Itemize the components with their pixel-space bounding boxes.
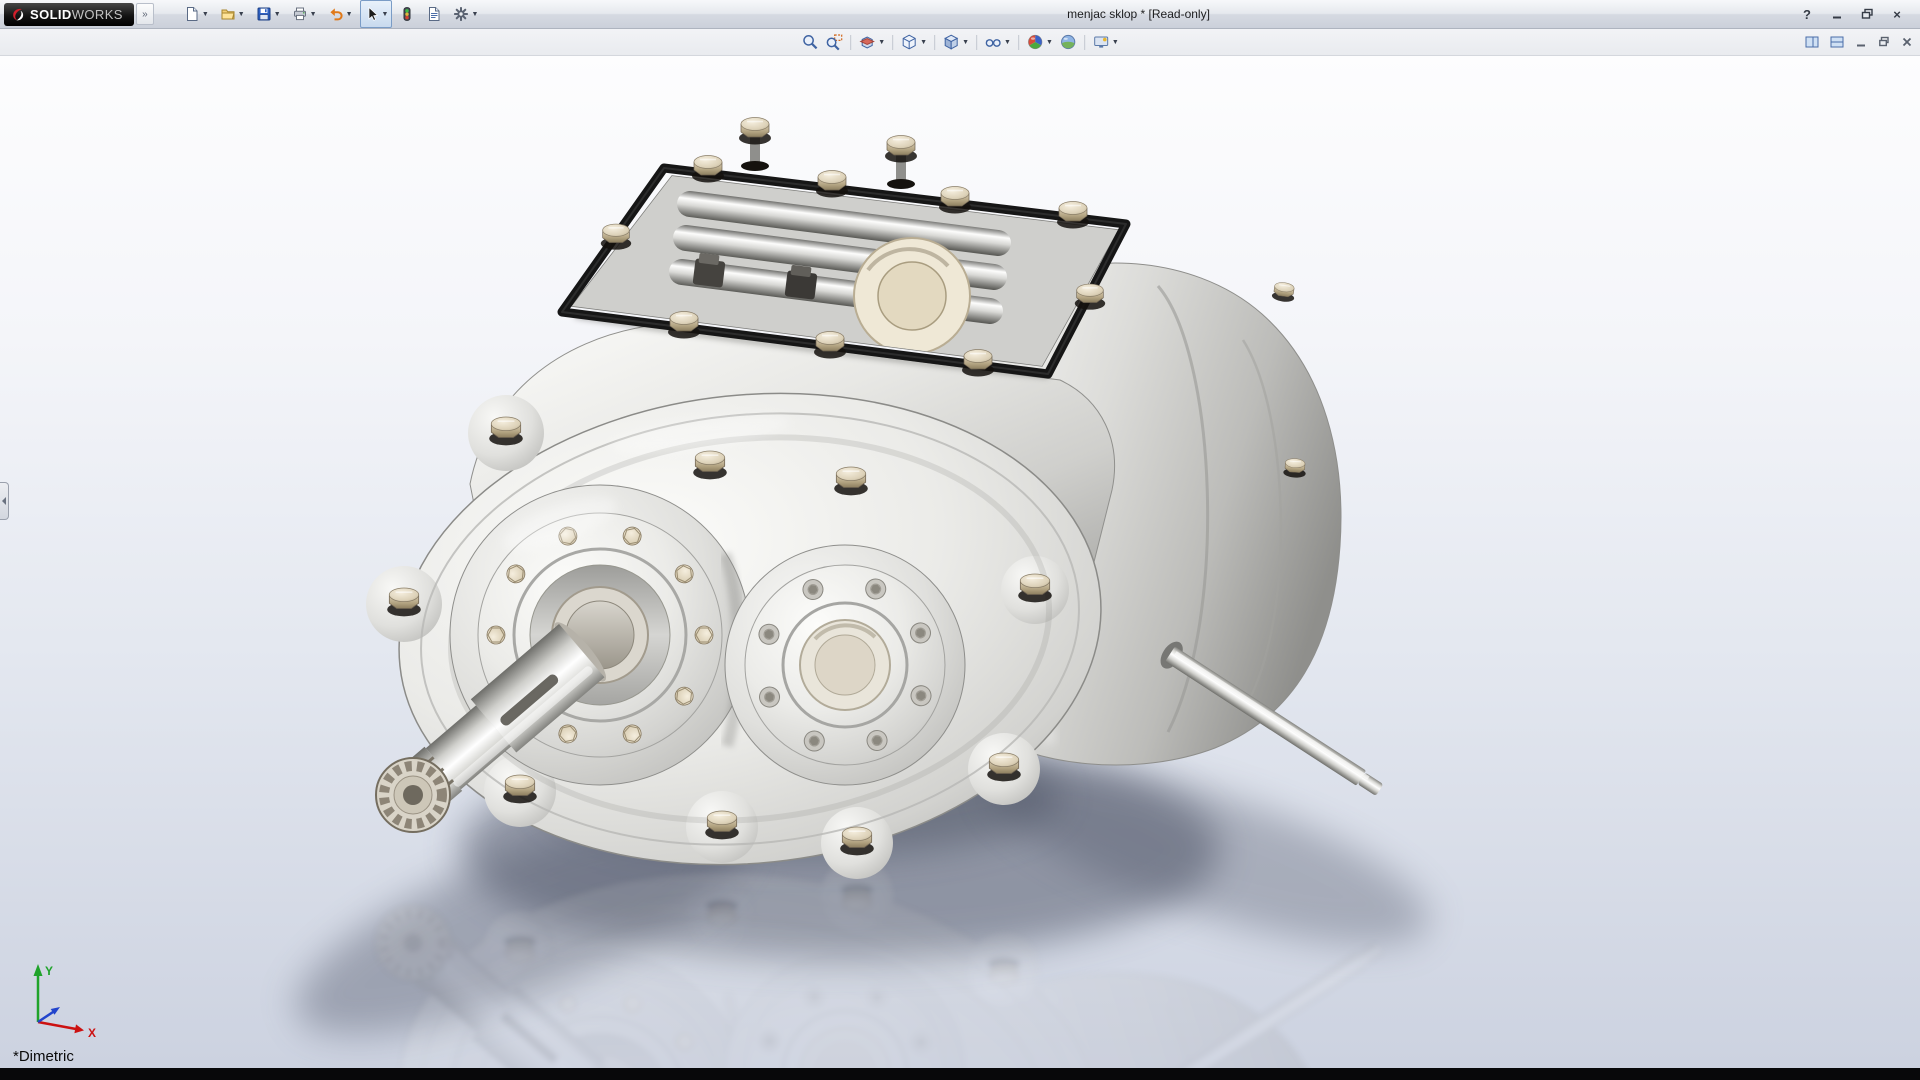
- select-button[interactable]: ▼: [360, 0, 393, 28]
- app-name: SOLIDWORKS: [30, 7, 123, 22]
- display-style-icon: [942, 33, 960, 51]
- child-close-button[interactable]: [1899, 31, 1915, 53]
- new-document-button[interactable]: ▼: [180, 0, 213, 28]
- view-orientation-label: *Dimetric: [13, 1048, 74, 1065]
- dropdown-arrow-icon[interactable]: ▼: [274, 11, 281, 18]
- collapse-arrow-icon: [1, 496, 7, 506]
- document-title: menjac sklop * [Read-only]: [1067, 0, 1210, 28]
- save-button[interactable]: ▼: [252, 0, 285, 28]
- dropdown-arrow-icon[interactable]: ▼: [310, 11, 317, 18]
- child-minimize-icon: [1855, 36, 1867, 48]
- minimize-icon: [1831, 8, 1843, 20]
- rebuild-icon: [399, 6, 415, 22]
- split-pane-icon: [1805, 36, 1819, 48]
- view-settings-icon: [1092, 33, 1110, 51]
- solidworks-logo[interactable]: SOLIDWORKS: [4, 3, 134, 26]
- restore-button[interactable]: [1856, 4, 1878, 24]
- task-pane-icon: [1830, 36, 1844, 48]
- panel-splitter-handle[interactable]: [0, 482, 9, 520]
- heads-up-view-toolbar: ▼ ▼ ▼: [799, 29, 1121, 55]
- zoom-to-area-icon: [825, 33, 843, 51]
- window-controls: ? ×: [1796, 4, 1916, 24]
- section-view-button[interactable]: ▼: [856, 31, 887, 53]
- dropdown-arrow-icon[interactable]: ▼: [1112, 39, 1119, 46]
- dropdown-arrow-icon[interactable]: ▼: [238, 11, 245, 18]
- help-icon: ?: [1803, 7, 1811, 22]
- toolbar-separator: [892, 35, 893, 50]
- menu-expand-icon: »: [142, 9, 148, 20]
- print-button[interactable]: ▼: [288, 0, 321, 28]
- options-gear-icon: [453, 6, 469, 22]
- apply-scene-button[interactable]: [1057, 31, 1079, 53]
- display-style-button[interactable]: ▼: [940, 31, 971, 53]
- split-pane-button[interactable]: [1803, 31, 1821, 53]
- taskbar-edge: [0, 1068, 1920, 1080]
- open-icon: [220, 6, 236, 22]
- rebuild-button[interactable]: [395, 0, 419, 28]
- orientation-triad: Y X: [18, 958, 110, 1044]
- toolbar-separator: [976, 35, 977, 50]
- gearbox-model[interactable]: [366, 118, 1388, 899]
- dropdown-arrow-icon[interactable]: ▼: [346, 11, 353, 18]
- undo-icon: [328, 6, 344, 22]
- menu-expand-tab[interactable]: »: [136, 3, 154, 25]
- dropdown-arrow-icon[interactable]: ▼: [202, 11, 209, 18]
- dassault-logo-icon: [10, 7, 25, 22]
- zoom-to-area-button[interactable]: [823, 31, 845, 53]
- graphics-viewport[interactable]: [0, 54, 1920, 1068]
- zoom-to-fit-button[interactable]: [799, 31, 821, 53]
- toolbar-separator: [934, 35, 935, 50]
- section-view-icon: [858, 33, 876, 51]
- apply-scene-icon: [1059, 33, 1077, 51]
- standard-toolbar: ▼ ▼ ▼: [180, 0, 483, 28]
- view-orientation-icon: [900, 33, 918, 51]
- edit-appearance-button[interactable]: ▼: [1024, 31, 1055, 53]
- close-button[interactable]: ×: [1886, 4, 1908, 24]
- hide-show-items-button[interactable]: ▼: [982, 31, 1013, 53]
- options-button[interactable]: ▼: [449, 0, 482, 28]
- hide-show-items-icon: [984, 33, 1002, 51]
- dropdown-arrow-icon[interactable]: ▼: [1004, 39, 1011, 46]
- view-settings-button[interactable]: ▼: [1090, 31, 1121, 53]
- open-button[interactable]: ▼: [216, 0, 249, 28]
- minimize-button[interactable]: [1826, 4, 1848, 24]
- triad-x-label: X: [88, 1026, 96, 1040]
- zoom-to-fit-icon: [801, 33, 819, 51]
- print-icon: [292, 6, 308, 22]
- menu-row: ▼ ▼ ▼: [0, 29, 1920, 56]
- select-cursor-icon: [364, 6, 380, 22]
- dropdown-arrow-icon[interactable]: ▼: [878, 39, 885, 46]
- file-properties-button[interactable]: [422, 0, 446, 28]
- titlebar[interactable]: SOLIDWORKS » ▼ ▼: [0, 0, 1920, 29]
- toolbar-separator: [1084, 35, 1085, 50]
- triad-y-label: Y: [45, 964, 53, 978]
- child-restore-icon: [1878, 36, 1890, 48]
- document-window-controls: [1803, 29, 1915, 55]
- undo-button[interactable]: ▼: [324, 0, 357, 28]
- close-icon: ×: [1893, 7, 1901, 22]
- dropdown-arrow-icon[interactable]: ▼: [962, 39, 969, 46]
- graphics-area[interactable]: Y X *Dimetric: [0, 54, 1920, 1068]
- child-restore-button[interactable]: [1876, 31, 1892, 53]
- toolbar-separator: [1018, 35, 1019, 50]
- solidworks-window: SOLIDWORKS » ▼ ▼: [0, 0, 1920, 1080]
- restore-icon: [1861, 8, 1874, 20]
- toolbar-separator: [850, 35, 851, 50]
- new-document-icon: [184, 6, 200, 22]
- child-close-icon: [1901, 36, 1913, 48]
- view-orientation-button[interactable]: ▼: [898, 31, 929, 53]
- task-pane-button[interactable]: [1828, 31, 1846, 53]
- dropdown-arrow-icon[interactable]: ▼: [1046, 39, 1053, 46]
- help-button[interactable]: ?: [1796, 4, 1818, 24]
- file-properties-icon: [426, 6, 442, 22]
- save-icon: [256, 6, 272, 22]
- edit-appearance-icon: [1026, 33, 1044, 51]
- dropdown-arrow-icon[interactable]: ▼: [471, 11, 478, 18]
- dropdown-arrow-icon[interactable]: ▼: [920, 39, 927, 46]
- dropdown-arrow-icon[interactable]: ▼: [382, 11, 389, 18]
- child-minimize-button[interactable]: [1853, 31, 1869, 53]
